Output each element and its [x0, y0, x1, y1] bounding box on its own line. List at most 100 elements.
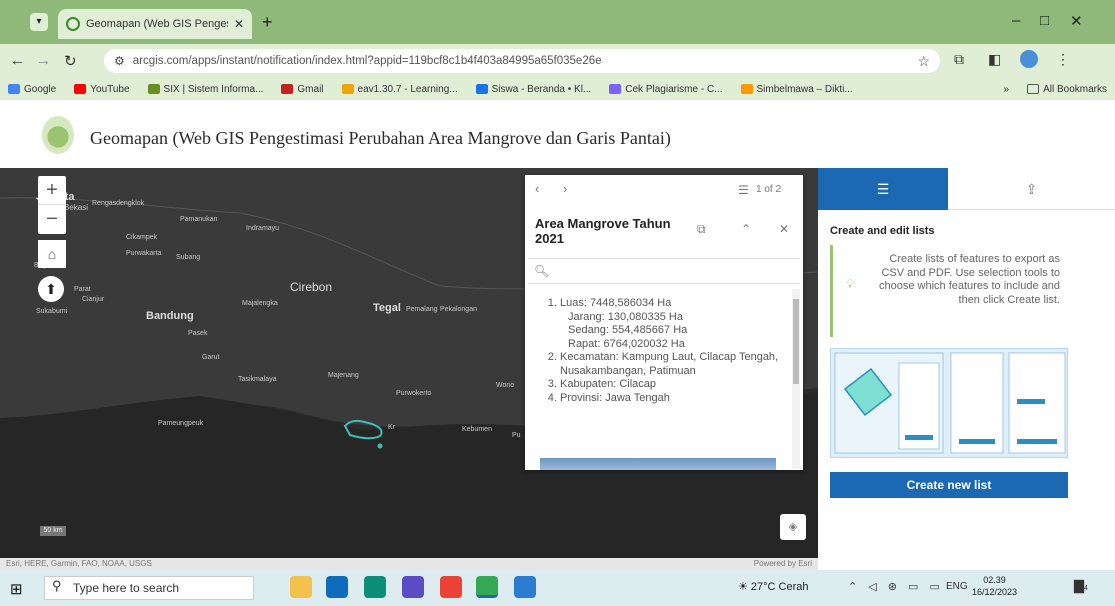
maximize-icon[interactable]: □ — [1040, 12, 1049, 29]
map-label: Tegal — [373, 302, 401, 314]
map-label: Purwokerto — [396, 390, 432, 397]
notification-icon[interactable]: ▇4 — [1074, 578, 1088, 594]
address-bar[interactable]: ⚙ arcgis.com/apps/instant/notification/i… — [104, 49, 940, 73]
browser-tab[interactable]: Geomapan (Web GIS Pengesti... ✕ — [58, 9, 252, 39]
map-label: Cikampek — [126, 234, 158, 241]
panel-info-text: Create lists of features to export as CS… — [830, 245, 1068, 337]
zoom-control: + − — [38, 176, 66, 234]
map-label: Rengasdengklok — [92, 200, 145, 207]
tab-list[interactable]: ☰ — [818, 168, 948, 210]
bookmark-item[interactable]: eav1.30.7 - Learning... — [341, 84, 458, 95]
popup-pagination-arrows[interactable]: ‹ › — [535, 181, 577, 196]
minimize-icon[interactable]: – — [1012, 12, 1020, 29]
app-icon[interactable] — [402, 576, 424, 598]
site-info-icon[interactable]: ⚙ — [114, 54, 125, 68]
map-attribution: Esri, HERE, Garmin, FAO, NOAA, USGS Powe… — [0, 558, 818, 570]
chrome-icon[interactable] — [440, 576, 462, 598]
popup-subitem: Sedang: 554,485667 Ha — [568, 324, 688, 336]
tab-export[interactable]: ⇪ — [948, 168, 1115, 210]
profile-avatar[interactable] — [1020, 50, 1038, 68]
menu-icon[interactable]: ⋮ — [1056, 51, 1070, 68]
powered-by[interactable]: Powered by Esri — [754, 558, 812, 570]
close-window-icon[interactable]: ✕ — [1070, 12, 1083, 30]
map-label: Wono — [496, 382, 515, 389]
map-label: Bekasi — [64, 203, 89, 212]
extensions-icon[interactable]: ⧉ — [954, 51, 964, 68]
mail-icon[interactable] — [326, 576, 348, 598]
layers-icon[interactable]: ◈ — [780, 514, 806, 540]
popup-item: Kabupaten: Cilacap — [560, 378, 792, 392]
panel-illustration — [830, 348, 1068, 458]
bookmark-item[interactable]: Cek Plagiarisme - C... — [609, 84, 723, 95]
scale-bar: 50 km — [40, 526, 66, 536]
bookmarks-bar: Google YouTube SIX | Sistem Informa... G… — [0, 78, 1115, 100]
popup-item: Provinsi: Jawa Tengah — [560, 392, 792, 406]
url-text: arcgis.com/apps/instant/notification/ind… — [132, 55, 602, 67]
search-icon: ⚲ — [52, 578, 62, 593]
app-title: Geomapan (Web GIS Pengestimasi Perubahan… — [90, 128, 671, 148]
create-new-list-button[interactable]: Create new list — [830, 472, 1068, 498]
language-indicator[interactable]: ENG — [946, 581, 968, 592]
map-label: Sukabumi — [36, 308, 68, 315]
collapse-icon[interactable]: ⌃ — [741, 222, 751, 236]
map-label: Bandung — [146, 310, 194, 322]
map-label: Pemalang — [406, 306, 438, 313]
tab-search-icon[interactable]: ▾ — [30, 13, 48, 31]
dock-icon[interactable]: ⧉ — [697, 222, 706, 237]
popup-scrollbar[interactable] — [792, 289, 800, 469]
popup-item: Luas: 7448,586034 Ha Jarang: 130,080335 … — [560, 297, 792, 351]
bookmark-item[interactable]: Gmail — [281, 84, 324, 95]
bookmark-item[interactable]: Siswa - Beranda • Kl... — [475, 84, 591, 95]
reload-icon[interactable]: ↻ — [64, 52, 77, 70]
weather-widget[interactable]: ☀︎ 27°C Cerah — [738, 580, 809, 593]
zoom-out-button[interactable]: − — [38, 205, 66, 234]
compass-icon[interactable]: ⬆ — [38, 276, 64, 302]
popup-subitem: Jarang: 130,080335 Ha — [568, 310, 683, 323]
close-popup-icon[interactable]: ✕ — [779, 222, 789, 236]
map-label: Indramayu — [246, 225, 280, 232]
side-panel-icon[interactable]: ◧ — [988, 51, 1001, 68]
bookmark-star-icon[interactable]: ☆ — [917, 53, 930, 70]
chrome-profile-icon[interactable] — [476, 576, 498, 598]
favicon-icon — [66, 17, 80, 31]
edge-icon[interactable] — [364, 576, 386, 598]
new-tab-button[interactable]: + — [262, 12, 273, 33]
map-label: Garut — [202, 354, 220, 361]
close-tab-icon[interactable]: ✕ — [234, 17, 244, 31]
map-label: Pasek — [188, 330, 208, 337]
attribution-text: Esri, HERE, Garmin, FAO, NOAA, USGS — [6, 559, 152, 568]
bookmark-item[interactable]: SIX | Sistem Informa... — [147, 84, 263, 95]
popup-zoom-to-icon[interactable]: 🔍︎ — [528, 258, 800, 284]
popup-title: Area Mangrove Tahun 2021 — [535, 216, 671, 246]
all-bookmarks-folder[interactable]: All Bookmarks — [1027, 84, 1107, 95]
panel-heading: Create and edit lists — [830, 225, 935, 237]
home-button[interactable]: ⌂ — [38, 240, 66, 268]
map-label: Cianjur — [82, 296, 105, 303]
clock[interactable]: 02.39 16/12/2023 — [972, 574, 1017, 598]
bookmark-item[interactable]: Simbelmawa – Dikti... — [740, 84, 853, 95]
system-tray-icons[interactable]: ⌃ ◁ ⊛ ▭ ▭ — [848, 580, 944, 593]
map-label: Pu — [512, 432, 521, 439]
map-label: Pekalongan — [440, 306, 477, 313]
lightbulb-icon: 💡︎ — [846, 277, 855, 291]
feature-list-icon[interactable]: ☰ — [738, 183, 749, 197]
file-explorer-icon[interactable] — [290, 576, 312, 598]
bookmarks-overflow-icon[interactable]: » — [1004, 84, 1010, 95]
forward-icon[interactable]: → — [36, 52, 51, 69]
taskbar-search-input[interactable]: Type here to search — [44, 576, 254, 600]
map-label: Subang — [176, 254, 201, 261]
illustration-graphic — [834, 352, 1066, 454]
map-label: Majalengka — [242, 300, 278, 307]
tab-title: Geomapan (Web GIS Pengesti... — [86, 18, 228, 30]
photos-icon[interactable] — [514, 576, 536, 598]
windows-start-icon[interactable]: ⊞ — [10, 580, 23, 598]
bookmark-item[interactable]: YouTube — [74, 84, 130, 95]
bookmark-item[interactable]: Google — [8, 84, 56, 95]
zoom-in-button[interactable]: + — [38, 176, 66, 205]
back-icon[interactable]: ← — [10, 52, 25, 69]
map-label: Kr — [388, 424, 395, 431]
map-label: Pamanukan — [180, 216, 218, 223]
popup-subitem: Rapat: 6764,020032 Ha — [568, 337, 685, 350]
map-label: Kebumen — [462, 426, 492, 433]
map-label: Pameungpeuk — [158, 420, 204, 427]
